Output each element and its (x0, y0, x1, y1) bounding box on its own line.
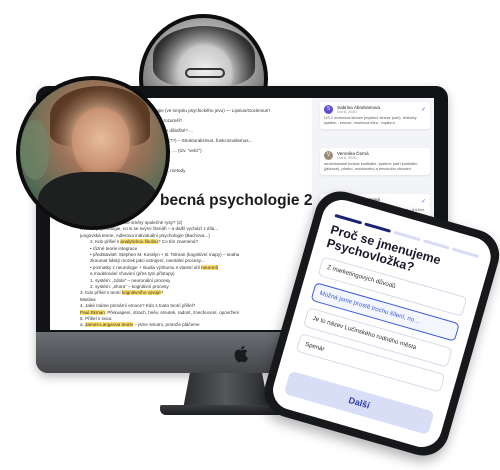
progress-segment (452, 247, 480, 259)
avatar: V (324, 151, 333, 160)
apple-logo-icon (234, 345, 248, 363)
highlighted-text[interactable]: analytickou školou (120, 239, 158, 245)
highlighted-text[interactable]: neuronů (201, 264, 219, 270)
comment-date: Oct 6, 2020 (337, 156, 357, 160)
profile-photo-smiling-woman (16, 76, 170, 230)
comment-text: LIS 1 motorová kineze (myšlení kineze po… (324, 115, 417, 125)
progress-segment (334, 213, 362, 225)
highlighted-text[interactable]: kognitivního vývoje (121, 290, 161, 296)
avatar: S (324, 105, 333, 114)
progress-segment (393, 230, 421, 242)
document-line: zkoumat lidský mozek jako ustrojení, men… (90, 258, 205, 264)
document-line: Maslow (80, 296, 96, 302)
resolve-check-icon[interactable]: ✓ (421, 198, 426, 205)
comment-meta: Sabrina AbrahamováOct 6, 2020 (337, 105, 380, 114)
comment-header: S Sabrina AbrahamováOct 6, 2020 ✓ (324, 105, 426, 114)
document-line: 3. Kdo přišel s teorií kognitivního vývo… (80, 290, 164, 296)
document-line: • poznatky z neurologie + studia výzkumu… (90, 264, 219, 270)
document-line: a modelování chování (přes tyto přístupy… (90, 271, 175, 277)
comment-card[interactable]: S Sabrina Abrahamová Oct 6, 2020 ✓ LIS 1 mot… (320, 102, 430, 129)
imac-stand (183, 373, 269, 409)
comment-header: V Veronika ČernáOct 6, 2020 (324, 151, 426, 160)
document-line: a. James-Langeova teorie – jsme smutní, … (80, 322, 200, 328)
progress-segment (363, 222, 392, 233)
document-line: 5. Přišel s svou: (80, 316, 113, 321)
document-line: 2. Kdo přišel s analytickou školou? Co t… (90, 239, 199, 245)
document-line: 2. systém: „shora“ – kognitivní procesy (90, 284, 169, 289)
document-line: 1. systém: „zdola“ – neuronální procesy (90, 277, 171, 283)
progress-segment (422, 239, 451, 250)
document-line: • představitel: Stephen M. Kosslyn + B. … (90, 252, 240, 257)
document-line: • různé teorie integrace (90, 245, 138, 251)
highlighted-text[interactable]: Paul Ekman (80, 309, 105, 315)
comment-text: neočekávané funkce kortikální, systém: p… (324, 161, 418, 171)
comment-meta: Veronika ČernáOct 6, 2020 (337, 151, 369, 160)
resolve-check-icon[interactable]: ✓ (421, 106, 426, 113)
document-line: Paul Ekman: Překvapení, strach, hněv, sm… (80, 309, 240, 315)
comment-card[interactable]: V Veronika Černá Oct 6, 2020 neočekávané fu… (320, 148, 430, 175)
document-line: jungovská teorie, Adlerova individuální … (80, 232, 210, 238)
comment-date: Oct 6, 2020 (337, 110, 357, 114)
highlighted-text[interactable]: James-Langeova teorie (85, 322, 134, 328)
document-line: 4. Jaké máme primární emoce? Kdo s touto… (80, 303, 196, 309)
